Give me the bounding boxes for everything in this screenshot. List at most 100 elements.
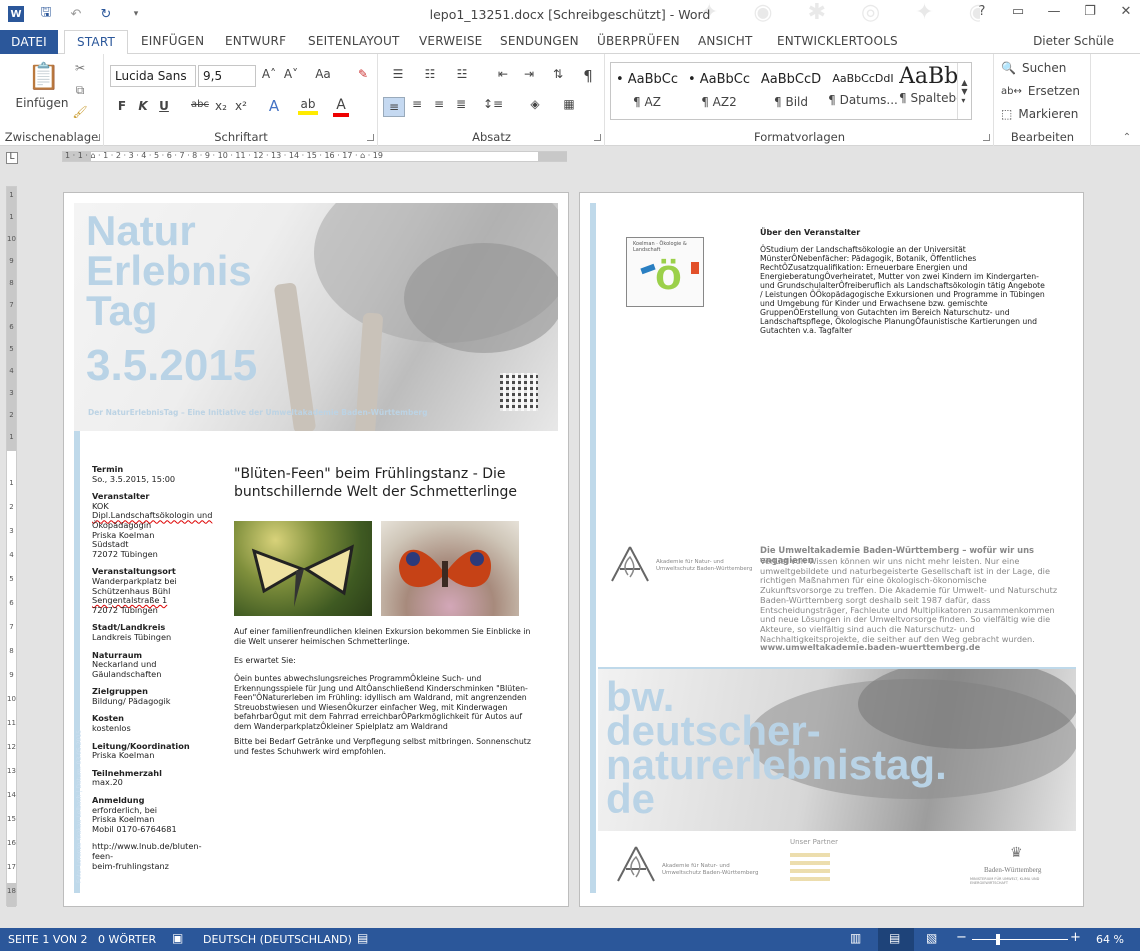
info-line: Bildung/ Pädagogik — [92, 695, 171, 706]
zoom-out-icon[interactable]: − — [956, 930, 967, 945]
style-datum[interactable]: AaBbCcDdI ¶ Datums... — [827, 63, 899, 119]
tab-start[interactable]: START — [64, 30, 129, 55]
clipboard-launcher-icon[interactable] — [93, 134, 100, 141]
tab-einfuegen[interactable]: EINFÜGEN — [141, 34, 204, 48]
vruler-label: 12 — [7, 743, 16, 751]
tab-seitenlayout[interactable]: SEITENLAYOUT — [308, 34, 400, 48]
font-launcher-icon[interactable] — [367, 134, 374, 141]
collapse-ribbon-icon[interactable]: ⌃ — [1120, 132, 1134, 143]
body-expect: Es erwartet Sie: — [234, 656, 296, 665]
increase-indent-icon[interactable]: ⇥ — [520, 67, 538, 81]
ribbon-display-icon[interactable]: ▭ — [1010, 4, 1026, 19]
document-page-1[interactable]: Natur Erlebnis Tag 3.5.2015 Der NaturErl… — [64, 193, 568, 906]
tab-sendungen[interactable]: SENDUNGEN — [500, 34, 579, 48]
proofing-icon[interactable]: ▣ — [172, 931, 183, 945]
italic-button[interactable]: K — [136, 99, 150, 113]
vruler-label: 18 — [7, 887, 16, 895]
horizontal-ruler[interactable]: 1 · 1 · ⌂ · 1 · 2 · 3 · 4 · 5 · 6 · 7 · … — [62, 151, 567, 162]
text-effects-icon[interactable]: A — [265, 97, 283, 115]
group-label-styles: Formatvorlagen — [753, 130, 845, 144]
style-az[interactable]: • AaBbCc ¶ AZ — [611, 63, 683, 119]
align-center-icon[interactable]: ≡ — [407, 97, 427, 111]
paragraph-launcher-icon[interactable] — [594, 134, 601, 141]
shading-icon[interactable]: ◈ — [523, 97, 547, 111]
initiative-caption: Der NaturErlebnisTag – Eine Initiative d… — [88, 408, 428, 417]
shrink-font-button[interactable]: A˅ — [282, 67, 300, 81]
akademie-name: Akademie für Natur- und Umweltschutz Bad… — [662, 863, 759, 876]
font-color-icon[interactable]: A — [333, 97, 349, 117]
styles-launcher-icon[interactable] — [983, 134, 990, 141]
superscript-button[interactable]: x² — [233, 99, 249, 113]
zoom-in-icon[interactable]: + — [1070, 930, 1081, 945]
borders-icon[interactable]: ▦ — [557, 97, 581, 111]
akademie-logo-icon — [617, 846, 655, 882]
tab-verweise[interactable]: VERWEISE — [419, 34, 482, 48]
macro-icon[interactable]: ▤ — [357, 931, 368, 945]
tab-datei[interactable]: DATEI — [0, 30, 58, 54]
decrease-indent-icon[interactable]: ⇤ — [494, 67, 512, 81]
replace-button[interactable]: ab↔ Ersetzen — [1001, 84, 1080, 98]
page-indicator[interactable]: SEITE 1 VON 2 — [8, 933, 88, 946]
vruler-label: 17 — [7, 863, 16, 871]
font-name-select[interactable]: Lucida Sans — [110, 65, 196, 87]
strikethrough-button[interactable]: abc — [190, 99, 210, 110]
paste-button[interactable]: Einfügen — [12, 96, 72, 110]
domain-line-4: de — [606, 775, 656, 822]
font-size-select[interactable]: 9,5 — [198, 65, 256, 87]
show-formatting-icon[interactable]: ¶ — [579, 67, 597, 85]
justify-icon[interactable]: ≣ — [451, 97, 471, 111]
tab-ansicht[interactable]: ANSICHT — [698, 34, 752, 48]
peacock-butterfly-image — [381, 521, 519, 616]
tab-ueberpruefen[interactable]: ÜBERPRÜFEN — [597, 34, 680, 48]
user-name[interactable]: Dieter Schüle — [1033, 34, 1114, 48]
style-spaltebe[interactable]: AaBb¶ Spaltebe... — [899, 63, 957, 119]
read-mode-icon[interactable]: ▥ — [850, 931, 861, 945]
style-az2[interactable]: • AaBbCc ¶ AZ2 — [683, 63, 755, 119]
numbering-icon[interactable]: ☷ — [417, 67, 443, 81]
grow-font-button[interactable]: A˄ — [260, 67, 278, 81]
help-icon[interactable]: ? — [974, 4, 990, 19]
zoom-slider-thumb[interactable] — [996, 934, 1000, 945]
multilevel-list-icon[interactable]: ☳ — [449, 67, 475, 81]
photo-credit-vertical: Foto: Lorenzo Krakau-Lelbach | Datum: 03… — [76, 729, 83, 883]
restore-icon[interactable]: ❐ — [1082, 4, 1098, 19]
zoom-slider[interactable] — [972, 939, 1068, 940]
vruler-label: 8 — [9, 279, 14, 287]
print-layout-button[interactable]: ▤ — [878, 928, 914, 951]
select-button[interactable]: ⬚ Markieren — [1001, 107, 1078, 121]
sort-icon[interactable]: ⇅ — [549, 67, 567, 81]
format-painter-icon[interactable]: 🖌 — [72, 104, 88, 120]
info-line: max.20 — [92, 777, 123, 788]
style-bild[interactable]: AaBbCcD ¶ Bild — [755, 63, 827, 119]
logo-mark — [640, 263, 656, 275]
word-count[interactable]: 0 WÖRTER — [98, 933, 156, 946]
bullets-icon[interactable]: ☰ — [385, 67, 411, 81]
vertical-ruler[interactable]: 1 1 10 9 8 7 6 5 4 3 2 1 1 2 3 4 5 6 7 8… — [6, 186, 17, 907]
align-left-icon[interactable]: ≡ — [383, 97, 405, 117]
close-icon[interactable]: ✕ — [1118, 4, 1134, 19]
subscript-button[interactable]: x₂ — [213, 99, 229, 113]
language-indicator[interactable]: DEUTSCH (DEUTSCHLAND) — [203, 933, 352, 946]
styles-scroll-icon[interactable]: ▲ ▼ ▾ — [957, 63, 971, 119]
tab-entwurf[interactable]: ENTWURF — [225, 34, 286, 48]
change-case-button[interactable]: Aa — [310, 67, 336, 81]
paste-icon[interactable]: 📋 — [28, 60, 60, 94]
underline-button[interactable]: U — [157, 99, 171, 113]
copy-icon[interactable]: ⧉ — [72, 82, 88, 98]
bold-button[interactable]: F — [115, 99, 129, 113]
highlight-icon[interactable]: ab — [298, 97, 318, 115]
akademie-logo-bottom: Akademie für Natur- und Umweltschutz Bad… — [614, 845, 764, 887]
document-page-2[interactable]: Koelman · Ökologie & Landschaft ö Über d… — [580, 193, 1083, 906]
minimize-icon[interactable]: — — [1046, 4, 1062, 19]
tab-selector[interactable]: L — [6, 152, 18, 164]
web-layout-icon[interactable]: ▧ — [926, 931, 937, 945]
akademie-name: Akademie für Natur- und Umweltschutz Bad… — [656, 559, 753, 572]
clear-format-icon[interactable]: ✎ — [354, 67, 372, 81]
tab-entwicklertools[interactable]: ENTWICKLERTOOLS — [777, 34, 898, 48]
align-right-icon[interactable]: ≡ — [429, 97, 449, 111]
print-layout-icon: ▤ — [889, 931, 901, 945]
cut-icon[interactable]: ✂ — [72, 60, 88, 76]
find-button[interactable]: 🔍 Suchen — [1001, 61, 1066, 75]
zoom-level[interactable]: 64 % — [1096, 933, 1124, 946]
line-spacing-icon[interactable]: ↕≡ — [481, 97, 505, 111]
